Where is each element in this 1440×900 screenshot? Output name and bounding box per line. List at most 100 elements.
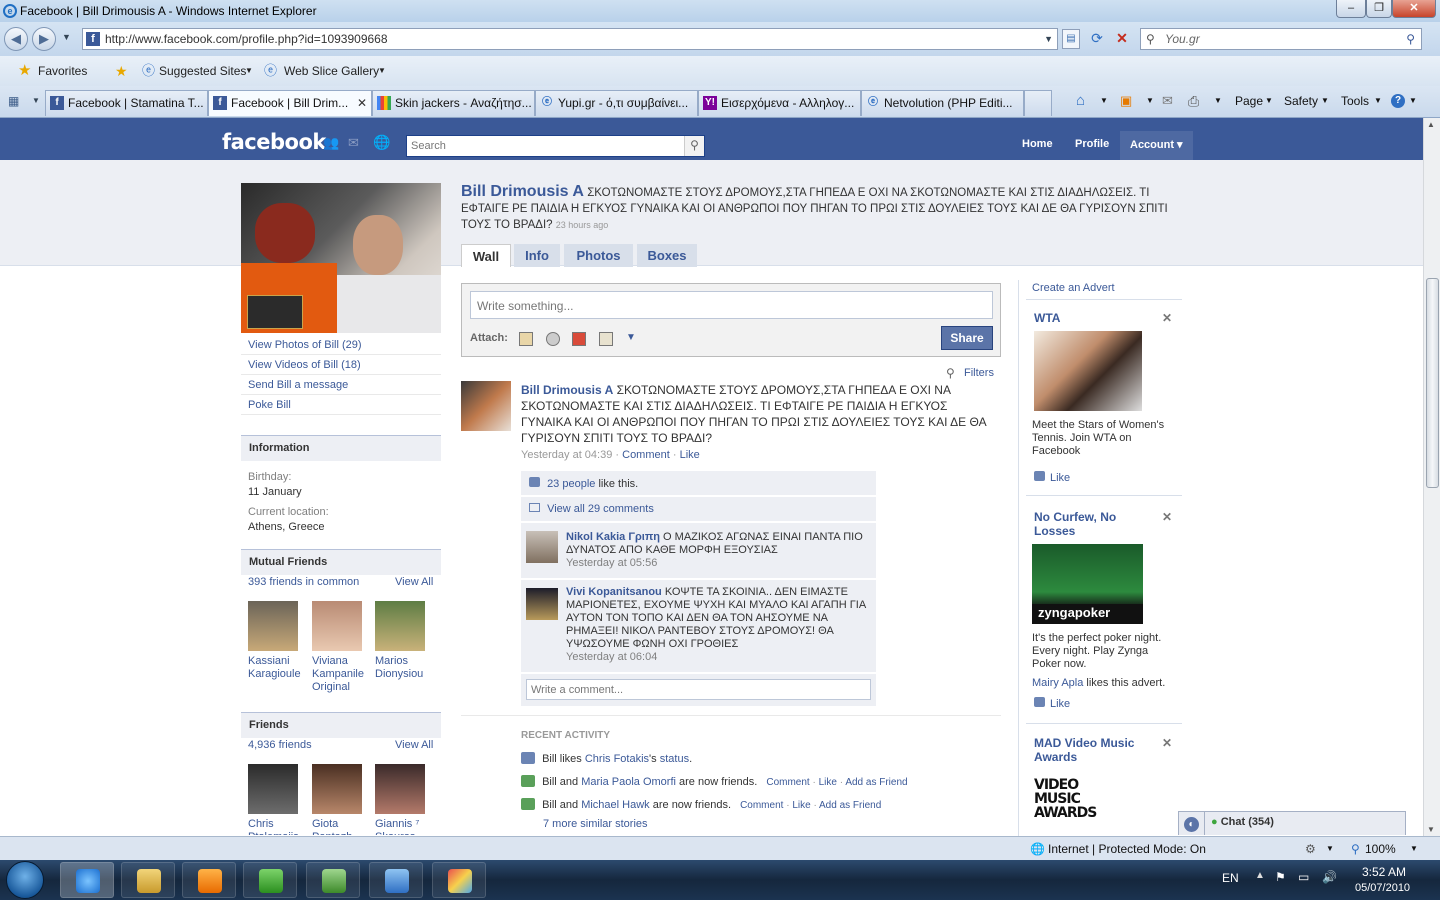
friend-avatar[interactable] bbox=[248, 601, 298, 651]
view-videos-link[interactable]: View Videos of Bill (18) bbox=[248, 359, 361, 371]
profile-picture[interactable] bbox=[241, 183, 441, 333]
story-author-avatar[interactable] bbox=[461, 381, 511, 431]
friends-count-link[interactable]: 4,936 friends bbox=[248, 739, 312, 751]
filters-search-icon[interactable]: ⚲ bbox=[946, 366, 955, 380]
new-tab-button[interactable] bbox=[1024, 90, 1052, 116]
mutual-count-link[interactable]: 393 friends in common bbox=[248, 576, 359, 588]
tab-facebook-bill[interactable]: f Facebook | Bill Drim... ✕ bbox=[208, 90, 372, 116]
mutual-view-all-link[interactable]: View All bbox=[395, 576, 433, 588]
story-author-link[interactable]: Bill Drimousis A bbox=[521, 383, 613, 397]
applications-icon[interactable]: ◐ bbox=[1179, 812, 1205, 835]
activity-link[interactable]: Michael Hawk bbox=[581, 799, 649, 811]
friend-name[interactable]: Viviana Kampanile Original bbox=[312, 655, 372, 694]
filters-link[interactable]: Filters bbox=[964, 367, 994, 379]
view-all-comments-link[interactable]: View all 29 comments bbox=[547, 503, 654, 515]
back-button[interactable]: ◀ bbox=[4, 27, 28, 51]
commenter-name[interactable]: Nikol Kakia Γριπη bbox=[566, 531, 660, 543]
view-photos-link[interactable]: View Photos of Bill (29) bbox=[248, 339, 362, 351]
nav-home[interactable]: Home bbox=[1022, 138, 1053, 150]
likes-people-link[interactable]: 23 people bbox=[547, 478, 595, 490]
video-attach-icon[interactable] bbox=[546, 332, 560, 346]
suggested-sites-button[interactable]: Suggested Sites bbox=[159, 56, 246, 86]
quick-tabs-icon[interactable]: ▦ bbox=[8, 94, 28, 110]
messages-icon[interactable]: ✉ bbox=[348, 135, 359, 151]
gift-attach-icon[interactable] bbox=[572, 332, 586, 346]
ad-image[interactable] bbox=[1034, 331, 1142, 411]
story-comment-link[interactable]: Comment bbox=[622, 449, 670, 461]
tab-wall[interactable]: Wall bbox=[461, 244, 511, 267]
story-like-link[interactable]: Like bbox=[680, 449, 700, 461]
friend-avatar[interactable] bbox=[248, 764, 298, 814]
recent-pages-dropdown[interactable]: ▼ bbox=[62, 32, 71, 42]
friend-name[interactable]: Marios Dionysiou bbox=[375, 655, 435, 681]
add-favorite-icon[interactable]: ★ bbox=[115, 56, 128, 86]
friend-avatar[interactable] bbox=[312, 601, 362, 651]
tab-yahoo-mail[interactable]: Y! Εισερχόμενα - Αλληλογ... bbox=[698, 90, 861, 116]
profile-name[interactable]: Bill Drimousis A bbox=[461, 183, 584, 200]
fb-search-input[interactable]: Search ⚲ bbox=[406, 135, 705, 157]
read-mail-icon[interactable]: ✉ bbox=[1162, 86, 1173, 116]
ad-title[interactable]: MAD Video Music Awards bbox=[1034, 736, 1154, 764]
ad-title[interactable]: WTA bbox=[1034, 311, 1154, 325]
clock-time[interactable]: 3:52 AM bbox=[1362, 865, 1406, 879]
taskbar-spreadsheet[interactable] bbox=[306, 862, 360, 898]
show-hidden-icons[interactable]: ▲ bbox=[1255, 870, 1265, 881]
friend-avatar[interactable] bbox=[312, 764, 362, 814]
friend-avatar[interactable] bbox=[375, 764, 425, 814]
nav-account[interactable]: Account ▾ bbox=[1120, 131, 1193, 160]
stop-icon[interactable]: ✕ bbox=[1112, 29, 1132, 49]
taskbar-messenger[interactable] bbox=[243, 862, 297, 898]
maximize-button[interactable]: ❐ bbox=[1366, 0, 1392, 18]
ad-title[interactable]: No Curfew, No Losses bbox=[1034, 510, 1154, 538]
scroll-up-icon[interactable]: ▲ bbox=[1427, 120, 1435, 129]
ad-like-link[interactable]: Like bbox=[1034, 697, 1070, 710]
page-menu[interactable]: Page bbox=[1235, 86, 1263, 116]
minimize-button[interactable]: – bbox=[1336, 0, 1366, 18]
ad-like-link[interactable]: Like bbox=[1034, 471, 1070, 484]
print-icon[interactable]: ⎙ bbox=[1188, 86, 1199, 116]
zoom-level[interactable]: 100% bbox=[1365, 837, 1396, 861]
commenter-avatar[interactable] bbox=[526, 588, 558, 620]
rss-feed-icon[interactable]: ▣ bbox=[1120, 86, 1132, 116]
tab-google-skin-jackers[interactable]: Skin jackers - Αναζήτησ... bbox=[372, 90, 535, 116]
address-dropdown-icon[interactable]: ▼ bbox=[1044, 29, 1053, 49]
activity-comment-link[interactable]: Comment bbox=[766, 777, 809, 788]
taskbar-explorer[interactable] bbox=[121, 862, 175, 898]
write-something-input[interactable]: Write something... bbox=[470, 291, 993, 319]
ad-image[interactable]: VIDEO MUSIC AWARDS bbox=[1034, 772, 1112, 836]
safety-menu[interactable]: Safety bbox=[1284, 86, 1318, 116]
friend-name[interactable]: Chris Ptolemaiis bbox=[248, 818, 308, 835]
refresh-icon[interactable]: ⟳ bbox=[1086, 29, 1108, 49]
commenter-avatar[interactable] bbox=[526, 531, 558, 563]
help-icon[interactable]: ? bbox=[1391, 94, 1405, 108]
volume-icon[interactable]: 🔊 bbox=[1322, 870, 1337, 884]
write-comment-input[interactable]: Write a comment... bbox=[526, 679, 871, 700]
tab-boxes[interactable]: Boxes bbox=[637, 244, 697, 267]
forward-button[interactable]: ▶ bbox=[32, 27, 56, 51]
nav-profile[interactable]: Profile bbox=[1075, 138, 1109, 150]
tab-netvolution[interactable]: ⓔ Netvolution (PHP Editi... bbox=[861, 90, 1024, 116]
security-zone-text[interactable]: Internet | Protected Mode: On bbox=[1048, 837, 1206, 861]
activity-like-link[interactable]: Like bbox=[792, 800, 810, 811]
activity-like-link[interactable]: Like bbox=[819, 777, 837, 788]
web-slice-gallery-button[interactable]: Web Slice Gallery bbox=[284, 56, 379, 86]
chat-button[interactable]: ● Chat (354) bbox=[1211, 816, 1274, 828]
friend-name[interactable]: Giannis ⁷ Skouros bbox=[375, 818, 435, 835]
add-as-friend-link[interactable]: Add as Friend bbox=[845, 777, 907, 788]
tab-yupi[interactable]: ⓔ Yupi.gr - ό,τι συμβαίνει... bbox=[535, 90, 698, 116]
tab-photos[interactable]: Photos bbox=[564, 244, 633, 267]
close-window-button[interactable]: ✕ bbox=[1392, 0, 1436, 18]
clock-date[interactable]: 05/07/2010 bbox=[1355, 882, 1410, 894]
network-icon[interactable]: ▭ bbox=[1298, 870, 1309, 884]
activity-comment-link[interactable]: Comment bbox=[740, 800, 783, 811]
more-stories-link[interactable]: 7 more similar stories bbox=[543, 818, 648, 830]
taskbar-paint[interactable] bbox=[432, 862, 486, 898]
friends-view-all-link[interactable]: View All bbox=[395, 739, 433, 751]
taskbar-ie[interactable] bbox=[60, 862, 114, 898]
favorites-button[interactable]: Favorites bbox=[38, 56, 87, 86]
page-scrollbar[interactable]: ▲ ▼ bbox=[1423, 118, 1440, 836]
home-icon[interactable]: ⌂ bbox=[1076, 86, 1085, 116]
ad-image[interactable]: zyngapoker bbox=[1032, 544, 1143, 624]
compatibility-view-icon[interactable]: ▤ bbox=[1062, 29, 1080, 49]
close-icon[interactable]: ✕ bbox=[1162, 311, 1172, 325]
